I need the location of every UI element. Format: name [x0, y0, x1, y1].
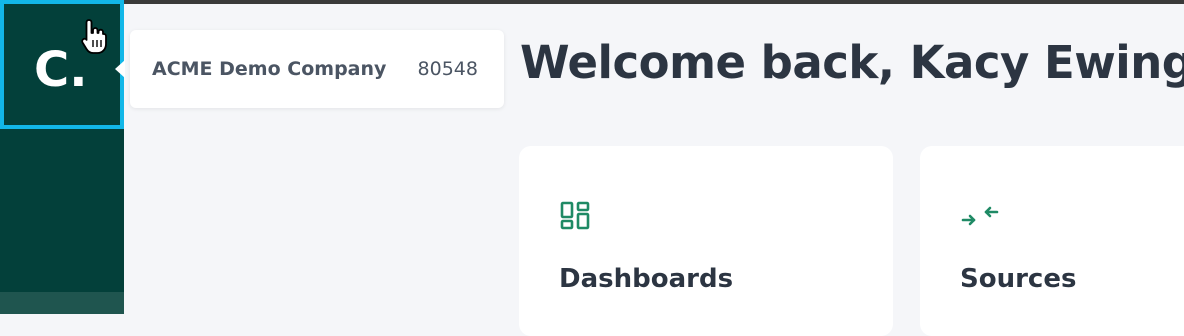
hand-pointer-cursor-icon	[81, 19, 107, 54]
card-dashboards[interactable]: Dashboards	[519, 146, 893, 336]
arrows-inward-icon	[961, 206, 999, 226]
dashboard-grid-icon	[560, 201, 590, 230]
sidebar-item-partial[interactable]	[0, 292, 124, 314]
company-name: ACME Demo Company	[152, 58, 387, 80]
card-title: Sources	[960, 264, 1077, 294]
page-title: Welcome back, Kacy Ewing.	[520, 36, 1184, 89]
top-border	[0, 0, 1184, 4]
company-id: 80548	[417, 58, 478, 80]
card-title: Dashboards	[559, 264, 734, 294]
tooltip-arrow	[115, 60, 125, 78]
card-sources[interactable]: Sources	[920, 146, 1184, 336]
company-tooltip: ACME Demo Company 80548	[130, 30, 504, 108]
